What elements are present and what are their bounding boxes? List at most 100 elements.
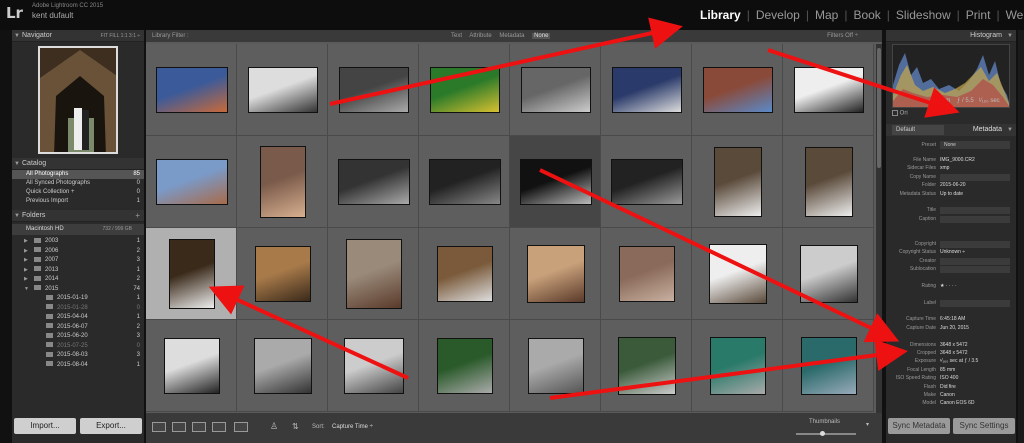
folders-header[interactable]: ▼ Folders +: [12, 210, 144, 222]
module-web[interactable]: Web: [1006, 8, 1024, 22]
grid-cell[interactable]: [328, 228, 419, 320]
grid-view-icon[interactable]: [152, 422, 166, 432]
metadata-input[interactable]: [940, 240, 1010, 248]
photo-thumbnail[interactable]: [168, 239, 215, 309]
photo-thumbnail[interactable]: [800, 337, 857, 395]
grid-cell[interactable]: [692, 228, 783, 320]
grid-cell[interactable]: [783, 44, 874, 136]
metadata-view-dropdown[interactable]: Default: [892, 125, 944, 135]
photo-thumbnail[interactable]: [155, 67, 228, 113]
histogram-header[interactable]: Histogram ▼: [886, 30, 1016, 42]
sort-criteria-dropdown[interactable]: Capture Time ÷: [332, 424, 373, 430]
sync-metadata-button[interactable]: Sync Metadata: [888, 418, 950, 434]
subfolder-item[interactable]: 2015-07-25 0: [12, 342, 144, 352]
photo-thumbnail[interactable]: [617, 337, 676, 395]
grid-cell[interactable]: [510, 136, 601, 228]
subfolder-item[interactable]: 2015-08-04 1: [12, 361, 144, 371]
photo-thumbnail[interactable]: [527, 338, 584, 394]
photo-thumbnail[interactable]: [254, 246, 311, 302]
photo-thumbnail[interactable]: [253, 338, 312, 394]
subfolder-item[interactable]: 2015-01-19 1: [12, 294, 144, 304]
grid-cell[interactable]: [419, 44, 510, 136]
volume-macintosh-hd[interactable]: Macintosh HD 732 / 999 GB: [12, 224, 144, 235]
folder-item[interactable]: ▶ 2003 1: [12, 237, 144, 247]
grid-cell[interactable]: [783, 136, 874, 228]
metadata-title[interactable]: Metadata: [973, 124, 1002, 136]
grid-cell[interactable]: [601, 44, 692, 136]
subfolder-item[interactable]: 2015-01-28 0: [12, 304, 144, 314]
grid-cell[interactable]: [510, 44, 601, 136]
subfolder-item[interactable]: 2015-06-20 3: [12, 332, 144, 342]
collapse-triangle-icon[interactable]: ▼: [1007, 30, 1013, 42]
grid-cell[interactable]: [237, 228, 328, 320]
photo-thumbnail[interactable]: [804, 147, 853, 217]
subfolder-item[interactable]: 2015-04-04 1: [12, 313, 144, 323]
grid-cell[interactable]: [601, 136, 692, 228]
photo-thumbnail[interactable]: [343, 338, 404, 394]
grid-cell[interactable]: [692, 44, 783, 136]
loupe-view-icon[interactable]: [172, 422, 186, 432]
subfolder-item[interactable]: 2015-08-03 3: [12, 351, 144, 361]
module-print[interactable]: Print: [966, 8, 991, 22]
filters-off-dropdown[interactable]: Filters Off ÷: [827, 30, 858, 42]
scrollbar-thumb[interactable]: [877, 48, 881, 168]
photo-thumbnail[interactable]: [163, 338, 220, 394]
module-library[interactable]: Library: [700, 8, 741, 22]
import-button[interactable]: Import...: [14, 418, 76, 434]
catalog-quick-collection[interactable]: Quick Collection +0: [12, 188, 144, 197]
filter-metadata[interactable]: Metadata: [499, 33, 524, 39]
filter-none[interactable]: None: [532, 33, 551, 39]
subfolder-item[interactable]: 2015-06-07 2: [12, 323, 144, 333]
folder-item[interactable]: ▶ 2006 2: [12, 247, 144, 257]
grid-cell[interactable]: [328, 44, 419, 136]
folder-item[interactable]: ▶ 2013 1: [12, 266, 144, 276]
collapse-triangle-icon[interactable]: ▼: [1007, 124, 1013, 136]
photo-thumbnail[interactable]: [436, 246, 493, 302]
collapse-triangle-icon[interactable]: ▼: [14, 210, 20, 222]
grid-cell[interactable]: [510, 228, 601, 320]
module-slideshow[interactable]: Slideshow: [896, 8, 951, 22]
photo-thumbnail[interactable]: [247, 67, 318, 113]
toolbar-menu-icon[interactable]: ▾: [866, 421, 869, 428]
photo-thumbnail[interactable]: [708, 244, 767, 304]
module-map[interactable]: Map: [815, 8, 838, 22]
survey-view-icon[interactable]: [212, 422, 226, 432]
grid-cell[interactable]: [419, 320, 510, 412]
collapse-triangle-icon[interactable]: ▼: [14, 158, 20, 170]
grid-cell[interactable]: [601, 320, 692, 412]
filter-attribute[interactable]: Attribute: [469, 33, 491, 39]
photo-thumbnail[interactable]: [799, 245, 858, 303]
collapse-triangle-icon[interactable]: ▼: [14, 30, 20, 42]
metadata-input[interactable]: [940, 215, 1010, 223]
metadata-input[interactable]: [940, 299, 1010, 307]
grid-cell[interactable]: [146, 44, 237, 136]
grid-cell[interactable]: [328, 136, 419, 228]
metadata-input[interactable]: [940, 207, 1010, 215]
grid-cell[interactable]: [692, 320, 783, 412]
grid-cell[interactable]: [419, 136, 510, 228]
grid-cell[interactable]: [146, 136, 237, 228]
sync-settings-button[interactable]: Sync Settings: [953, 418, 1015, 434]
photo-thumbnail[interactable]: [709, 337, 766, 395]
photo-thumbnail[interactable]: [618, 246, 675, 302]
photo-thumbnail[interactable]: [713, 147, 762, 217]
photo-thumbnail[interactable]: [793, 67, 864, 113]
photo-thumbnail[interactable]: [436, 338, 493, 394]
slider-knob[interactable]: [820, 431, 825, 436]
grid-cell[interactable]: [692, 136, 783, 228]
export-button[interactable]: Export...: [80, 418, 142, 434]
metadata-input[interactable]: [940, 266, 1010, 274]
photo-thumbnail[interactable]: [702, 67, 773, 113]
grid-cell[interactable]: [237, 136, 328, 228]
thumbnail-size-slider[interactable]: [796, 431, 856, 436]
people-view-icon[interactable]: [234, 422, 248, 432]
grid-cell[interactable]: [146, 228, 237, 320]
photo-thumbnail[interactable]: [526, 245, 585, 303]
metadata-input[interactable]: [940, 257, 1010, 265]
module-book[interactable]: Book: [853, 8, 880, 22]
grid-cell[interactable]: [237, 320, 328, 412]
photo-thumbnail[interactable]: [345, 239, 402, 309]
grid-cell[interactable]: [783, 320, 874, 412]
folder-item[interactable]: ▶ 2007 3: [12, 256, 144, 266]
grid-cell[interactable]: [510, 320, 601, 412]
